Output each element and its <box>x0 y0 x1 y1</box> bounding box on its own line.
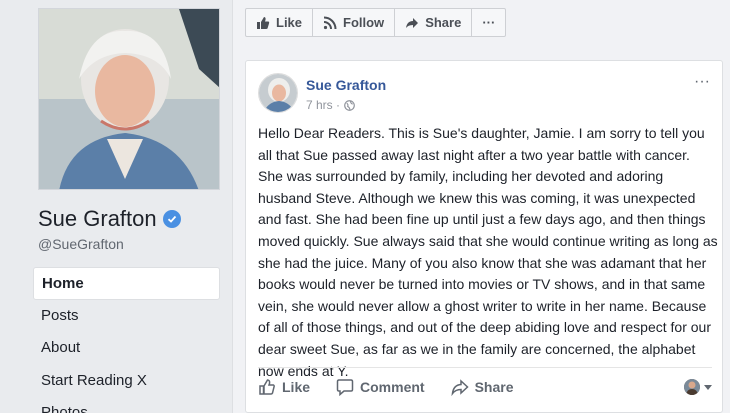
post-actions: Like Comment Share <box>258 372 712 402</box>
follow-button[interactable]: Follow <box>313 9 396 36</box>
post-meta: 7 hrs · <box>306 98 386 112</box>
rss-icon <box>323 16 337 29</box>
page-action-bar: Like Follow Share ··· <box>245 8 507 37</box>
post-divider <box>258 367 712 368</box>
post-comment-button[interactable]: Comment <box>336 378 425 396</box>
page-name-row: Sue Grafton <box>38 206 181 232</box>
post-card: Sue Grafton 7 hrs · ··· Hello Dear Reade… <box>245 60 723 413</box>
post-body-text: Hello Dear Readers. This is Sue's daught… <box>258 125 718 379</box>
post-share-label: Share <box>474 379 514 395</box>
post-share-button[interactable]: Share <box>451 378 514 396</box>
author-avatar[interactable] <box>258 73 298 113</box>
post-timestamp[interactable]: 7 hrs <box>306 98 333 112</box>
nav-item-about[interactable]: About <box>33 332 220 365</box>
post-header: Sue Grafton 7 hrs · <box>258 73 386 113</box>
post-like-button[interactable]: Like <box>258 378 310 396</box>
nav-item-photos[interactable]: Photos <box>33 397 220 413</box>
post-comment-label: Comment <box>360 379 425 395</box>
nav-item-posts[interactable]: Posts <box>33 300 220 333</box>
thumbs-up-icon <box>257 16 270 29</box>
like-page-label: Like <box>276 15 303 30</box>
follow-label: Follow <box>343 15 385 30</box>
profile-photo[interactable] <box>38 8 220 190</box>
share-outline-icon <box>451 379 469 396</box>
comment-bubble-icon <box>336 379 354 396</box>
nav-item-home[interactable]: Home <box>33 267 220 300</box>
post-more-icon[interactable]: ··· <box>694 73 710 91</box>
share-page-label: Share <box>425 15 462 30</box>
page-nav: Home Posts About Start Reading X Photos <box>33 267 220 413</box>
page-handle[interactable]: @SueGrafton <box>38 236 124 252</box>
more-options-button[interactable]: ··· <box>472 9 505 36</box>
post-author[interactable]: Sue Grafton <box>306 77 386 93</box>
globe-icon <box>344 99 355 111</box>
share-arrow-icon <box>406 17 419 28</box>
nav-item-start-reading-x[interactable]: Start Reading X <box>33 365 220 398</box>
main-column: Like Follow Share ··· Sue Grafton 7 hrs … <box>232 0 730 413</box>
post-header-text: Sue Grafton 7 hrs · <box>306 73 386 113</box>
share-page-button[interactable]: Share <box>395 9 473 36</box>
meta-separator: · <box>336 98 341 112</box>
viewer-avatar <box>684 379 700 395</box>
post-like-label: Like <box>282 379 311 395</box>
chevron-down-icon <box>704 384 712 390</box>
post-as-selector[interactable] <box>684 379 712 395</box>
verified-badge-icon <box>162 210 181 228</box>
like-page-button[interactable]: Like <box>246 9 314 36</box>
left-column: Sue Grafton @SueGrafton Home Posts About… <box>0 0 232 413</box>
more-icon: ··· <box>482 15 496 30</box>
thumbs-up-outline-icon <box>259 379 275 395</box>
page-name[interactable]: Sue Grafton <box>38 206 157 232</box>
